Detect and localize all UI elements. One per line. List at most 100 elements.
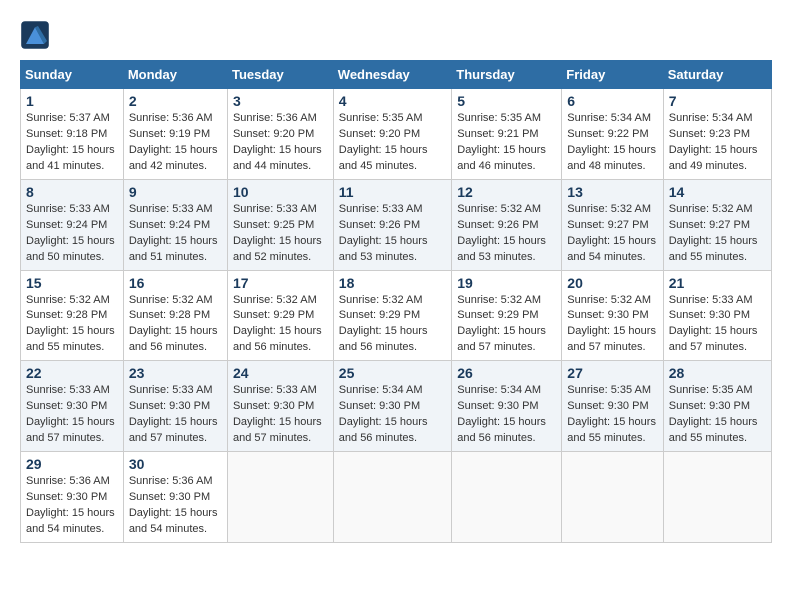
calendar-week-row: 15 Sunrise: 5:32 AMSunset: 9:28 PMDaylig… (21, 270, 772, 361)
day-number: 2 (129, 93, 222, 109)
day-info: Sunrise: 5:33 AMSunset: 9:24 PMDaylight:… (129, 203, 218, 263)
calendar-cell: 4 Sunrise: 5:35 AMSunset: 9:20 PMDayligh… (333, 89, 451, 180)
day-number: 15 (26, 275, 118, 291)
day-number: 7 (669, 93, 766, 109)
day-number: 24 (233, 365, 328, 381)
calendar-cell: 14 Sunrise: 5:32 AMSunset: 9:27 PMDaylig… (663, 179, 771, 270)
calendar-cell: 24 Sunrise: 5:33 AMSunset: 9:30 PMDaylig… (227, 361, 333, 452)
day-info: Sunrise: 5:32 AMSunset: 9:30 PMDaylight:… (567, 294, 656, 354)
calendar-cell: 26 Sunrise: 5:34 AMSunset: 9:30 PMDaylig… (452, 361, 562, 452)
day-number: 30 (129, 456, 222, 472)
calendar-cell: 19 Sunrise: 5:32 AMSunset: 9:29 PMDaylig… (452, 270, 562, 361)
day-number: 19 (457, 275, 556, 291)
header-saturday: Saturday (663, 61, 771, 89)
header-sunday: Sunday (21, 61, 124, 89)
calendar-header: Sunday Monday Tuesday Wednesday Thursday… (21, 61, 772, 89)
day-info: Sunrise: 5:37 AMSunset: 9:18 PMDaylight:… (26, 112, 115, 172)
calendar-cell: 23 Sunrise: 5:33 AMSunset: 9:30 PMDaylig… (123, 361, 227, 452)
calendar-cell: 7 Sunrise: 5:34 AMSunset: 9:23 PMDayligh… (663, 89, 771, 180)
day-number: 5 (457, 93, 556, 109)
calendar-week-row: 1 Sunrise: 5:37 AMSunset: 9:18 PMDayligh… (21, 89, 772, 180)
calendar-cell (227, 452, 333, 543)
calendar-body: 1 Sunrise: 5:37 AMSunset: 9:18 PMDayligh… (21, 89, 772, 543)
day-number: 22 (26, 365, 118, 381)
calendar-week-row: 8 Sunrise: 5:33 AMSunset: 9:24 PMDayligh… (21, 179, 772, 270)
day-info: Sunrise: 5:34 AMSunset: 9:30 PMDaylight:… (457, 384, 546, 444)
day-number: 11 (339, 184, 446, 200)
day-info: Sunrise: 5:32 AMSunset: 9:29 PMDaylight:… (457, 294, 546, 354)
day-info: Sunrise: 5:35 AMSunset: 9:30 PMDaylight:… (567, 384, 656, 444)
day-info: Sunrise: 5:33 AMSunset: 9:26 PMDaylight:… (339, 203, 428, 263)
day-info: Sunrise: 5:34 AMSunset: 9:23 PMDaylight:… (669, 112, 758, 172)
day-info: Sunrise: 5:36 AMSunset: 9:19 PMDaylight:… (129, 112, 218, 172)
logo (20, 20, 54, 50)
calendar-week-row: 29 Sunrise: 5:36 AMSunset: 9:30 PMDaylig… (21, 452, 772, 543)
day-info: Sunrise: 5:33 AMSunset: 9:24 PMDaylight:… (26, 203, 115, 263)
day-info: Sunrise: 5:35 AMSunset: 9:21 PMDaylight:… (457, 112, 546, 172)
calendar-cell: 28 Sunrise: 5:35 AMSunset: 9:30 PMDaylig… (663, 361, 771, 452)
calendar-table: Sunday Monday Tuesday Wednesday Thursday… (20, 60, 772, 543)
calendar-cell: 3 Sunrise: 5:36 AMSunset: 9:20 PMDayligh… (227, 89, 333, 180)
day-number: 12 (457, 184, 556, 200)
logo-icon (20, 20, 50, 50)
day-number: 10 (233, 184, 328, 200)
day-info: Sunrise: 5:35 AMSunset: 9:30 PMDaylight:… (669, 384, 758, 444)
day-info: Sunrise: 5:33 AMSunset: 9:30 PMDaylight:… (129, 384, 218, 444)
day-info: Sunrise: 5:36 AMSunset: 9:30 PMDaylight:… (129, 475, 218, 535)
day-info: Sunrise: 5:32 AMSunset: 9:27 PMDaylight:… (567, 203, 656, 263)
calendar-cell (562, 452, 663, 543)
calendar-week-row: 22 Sunrise: 5:33 AMSunset: 9:30 PMDaylig… (21, 361, 772, 452)
day-info: Sunrise: 5:33 AMSunset: 9:25 PMDaylight:… (233, 203, 322, 263)
header-tuesday: Tuesday (227, 61, 333, 89)
page-header (20, 20, 772, 50)
day-info: Sunrise: 5:32 AMSunset: 9:26 PMDaylight:… (457, 203, 546, 263)
day-number: 27 (567, 365, 657, 381)
day-number: 6 (567, 93, 657, 109)
calendar-cell: 8 Sunrise: 5:33 AMSunset: 9:24 PMDayligh… (21, 179, 124, 270)
calendar-cell: 16 Sunrise: 5:32 AMSunset: 9:28 PMDaylig… (123, 270, 227, 361)
calendar-cell: 2 Sunrise: 5:36 AMSunset: 9:19 PMDayligh… (123, 89, 227, 180)
calendar-cell: 21 Sunrise: 5:33 AMSunset: 9:30 PMDaylig… (663, 270, 771, 361)
header-wednesday: Wednesday (333, 61, 451, 89)
day-info: Sunrise: 5:33 AMSunset: 9:30 PMDaylight:… (26, 384, 115, 444)
day-number: 3 (233, 93, 328, 109)
day-number: 9 (129, 184, 222, 200)
day-number: 29 (26, 456, 118, 472)
header-friday: Friday (562, 61, 663, 89)
day-number: 8 (26, 184, 118, 200)
calendar-cell: 15 Sunrise: 5:32 AMSunset: 9:28 PMDaylig… (21, 270, 124, 361)
day-number: 20 (567, 275, 657, 291)
calendar-cell: 12 Sunrise: 5:32 AMSunset: 9:26 PMDaylig… (452, 179, 562, 270)
day-number: 14 (669, 184, 766, 200)
calendar-cell: 27 Sunrise: 5:35 AMSunset: 9:30 PMDaylig… (562, 361, 663, 452)
calendar-cell: 5 Sunrise: 5:35 AMSunset: 9:21 PMDayligh… (452, 89, 562, 180)
day-number: 21 (669, 275, 766, 291)
day-info: Sunrise: 5:35 AMSunset: 9:20 PMDaylight:… (339, 112, 428, 172)
day-number: 18 (339, 275, 446, 291)
day-info: Sunrise: 5:33 AMSunset: 9:30 PMDaylight:… (233, 384, 322, 444)
day-info: Sunrise: 5:32 AMSunset: 9:29 PMDaylight:… (233, 294, 322, 354)
day-number: 1 (26, 93, 118, 109)
day-info: Sunrise: 5:36 AMSunset: 9:30 PMDaylight:… (26, 475, 115, 535)
day-number: 23 (129, 365, 222, 381)
calendar-cell (452, 452, 562, 543)
calendar-cell: 30 Sunrise: 5:36 AMSunset: 9:30 PMDaylig… (123, 452, 227, 543)
day-number: 28 (669, 365, 766, 381)
day-info: Sunrise: 5:33 AMSunset: 9:30 PMDaylight:… (669, 294, 758, 354)
day-info: Sunrise: 5:32 AMSunset: 9:28 PMDaylight:… (129, 294, 218, 354)
calendar-cell: 1 Sunrise: 5:37 AMSunset: 9:18 PMDayligh… (21, 89, 124, 180)
calendar-cell: 22 Sunrise: 5:33 AMSunset: 9:30 PMDaylig… (21, 361, 124, 452)
day-number: 16 (129, 275, 222, 291)
calendar-cell: 13 Sunrise: 5:32 AMSunset: 9:27 PMDaylig… (562, 179, 663, 270)
calendar-cell: 18 Sunrise: 5:32 AMSunset: 9:29 PMDaylig… (333, 270, 451, 361)
weekday-header-row: Sunday Monday Tuesday Wednesday Thursday… (21, 61, 772, 89)
day-info: Sunrise: 5:32 AMSunset: 9:27 PMDaylight:… (669, 203, 758, 263)
day-info: Sunrise: 5:34 AMSunset: 9:30 PMDaylight:… (339, 384, 428, 444)
day-info: Sunrise: 5:32 AMSunset: 9:28 PMDaylight:… (26, 294, 115, 354)
day-info: Sunrise: 5:36 AMSunset: 9:20 PMDaylight:… (233, 112, 322, 172)
calendar-cell: 25 Sunrise: 5:34 AMSunset: 9:30 PMDaylig… (333, 361, 451, 452)
day-info: Sunrise: 5:34 AMSunset: 9:22 PMDaylight:… (567, 112, 656, 172)
calendar-cell: 10 Sunrise: 5:33 AMSunset: 9:25 PMDaylig… (227, 179, 333, 270)
day-number: 13 (567, 184, 657, 200)
header-monday: Monday (123, 61, 227, 89)
